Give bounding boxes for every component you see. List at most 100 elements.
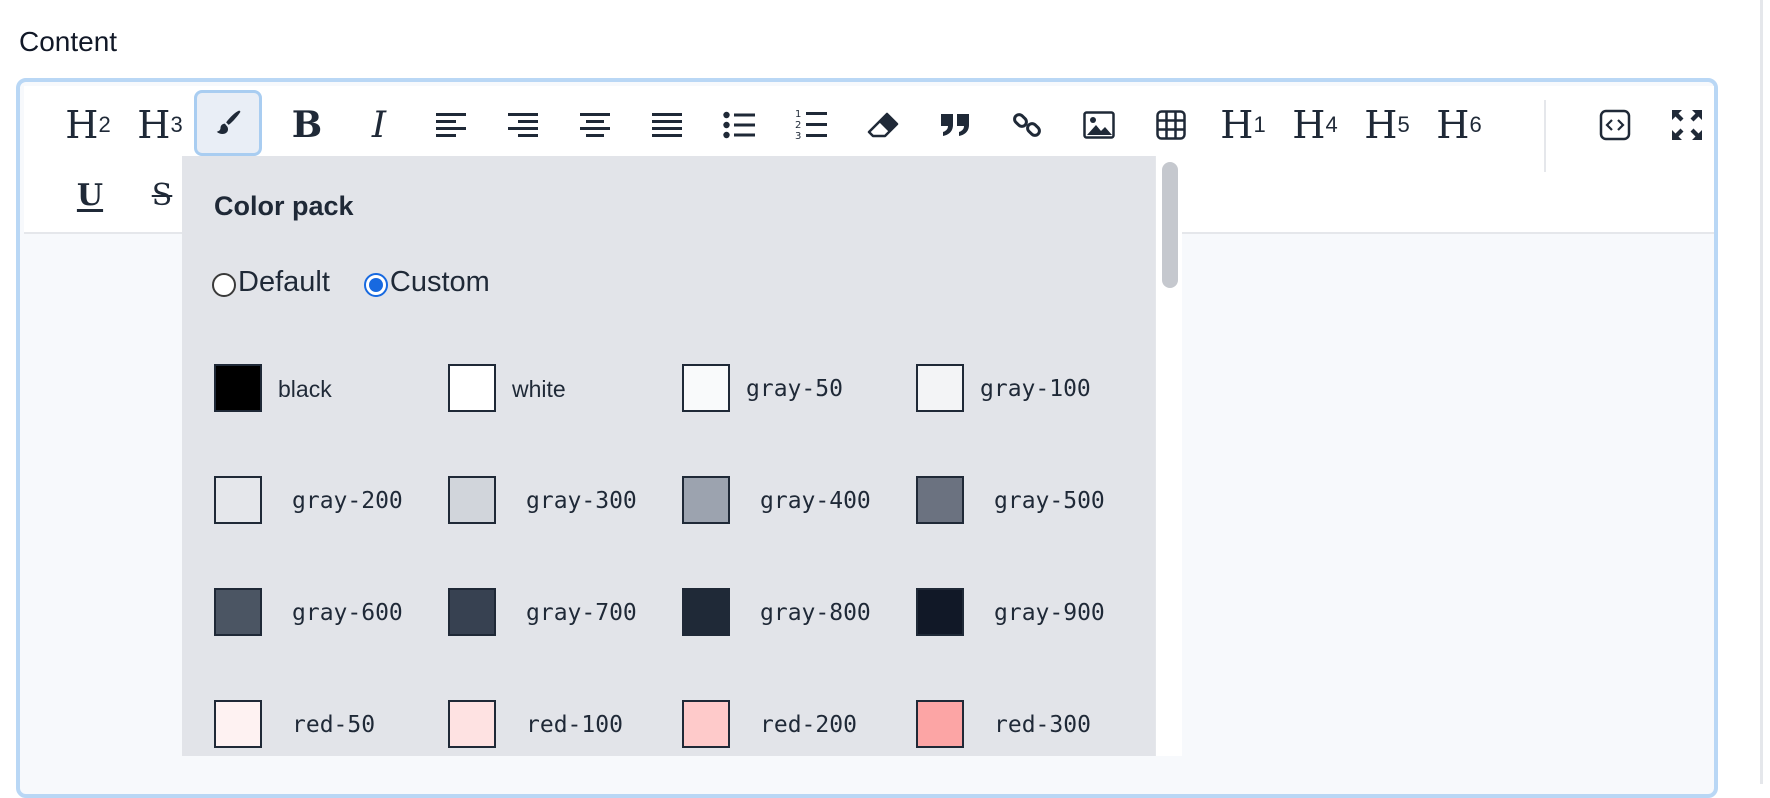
ordered-list-button[interactable]: 123 — [777, 92, 845, 158]
source-code-button[interactable] — [1581, 92, 1649, 158]
text-color-button[interactable] — [194, 90, 262, 156]
heading-letter: H — [1364, 103, 1398, 147]
heading-level: 3 — [170, 112, 183, 137]
radio-default[interactable] — [212, 272, 236, 297]
bold-icon: B — [291, 104, 323, 146]
radio-option-default[interactable]: Default — [212, 266, 330, 299]
table-button[interactable] — [1137, 92, 1205, 158]
swatch-label: gray-900 — [994, 600, 1105, 626]
heading-level: 6 — [1469, 112, 1482, 137]
color-swatch[interactable] — [682, 364, 730, 412]
svg-text:1: 1 — [795, 109, 801, 120]
swatch-item-black[interactable]: black — [214, 364, 448, 476]
heading-6-button[interactable]: H6 — [1425, 92, 1493, 158]
align-center-icon — [580, 112, 610, 138]
bullet-list-button[interactable] — [705, 92, 773, 158]
heading-1-button[interactable]: H1 — [1209, 92, 1277, 158]
swatch-label: gray-50 — [746, 376, 843, 402]
heading-5-button[interactable]: H5 — [1353, 92, 1421, 158]
heading-level: 5 — [1397, 112, 1410, 137]
blockquote-button[interactable] — [921, 92, 989, 158]
color-swatch[interactable] — [448, 588, 496, 636]
swatch-label: gray-800 — [760, 600, 871, 626]
page-scrollbar[interactable] — [1760, 0, 1763, 784]
align-justify-button[interactable] — [633, 92, 701, 158]
ordered-list-icon: 123 — [795, 108, 827, 142]
fullscreen-icon — [1671, 109, 1703, 141]
table-icon — [1156, 110, 1186, 140]
heading-3-button[interactable]: H3 — [126, 92, 194, 158]
clear-format-button[interactable] — [849, 92, 917, 158]
paint-brush-icon — [213, 108, 243, 138]
color-swatch[interactable] — [682, 476, 730, 524]
field-label: Content — [19, 26, 118, 57]
heading-letter: H — [65, 103, 99, 147]
link-button[interactable] — [993, 92, 1061, 158]
heading-level: 2 — [98, 112, 111, 137]
swatch-item-gray-900[interactable]: gray-900 — [916, 588, 1150, 700]
swatch-item-gray-500[interactable]: gray-500 — [916, 476, 1150, 588]
radio-option-custom[interactable]: Custom — [363, 266, 490, 299]
color-swatch[interactable] — [448, 700, 496, 748]
heading-4-button[interactable]: H4 — [1281, 92, 1349, 158]
eraser-icon — [867, 112, 899, 138]
popup-title: Color pack — [214, 191, 354, 221]
color-swatch[interactable] — [214, 588, 262, 636]
swatch-label: gray-600 — [292, 600, 403, 626]
color-swatch[interactable] — [214, 364, 262, 412]
heading-letter: H — [1220, 103, 1254, 147]
heading-letter: H — [1436, 103, 1470, 147]
toolbar-separator — [1544, 100, 1546, 172]
align-right-button[interactable] — [489, 92, 557, 158]
swatch-item-gray-200[interactable]: gray-200 — [214, 476, 448, 588]
swatch-item-gray-600[interactable]: gray-600 — [214, 588, 448, 700]
swatch-item-red-200[interactable]: red-200 — [682, 700, 916, 756]
swatch-label: gray-400 — [760, 488, 871, 514]
swatch-item-gray-700[interactable]: gray-700 — [448, 588, 682, 700]
swatch-item-gray-400[interactable]: gray-400 — [682, 476, 916, 588]
color-swatch[interactable] — [916, 588, 964, 636]
swatch-label: red-300 — [994, 712, 1091, 738]
align-justify-icon — [652, 112, 682, 138]
color-swatch[interactable] — [916, 476, 964, 524]
align-center-button[interactable] — [561, 92, 629, 158]
swatch-label: gray-500 — [994, 488, 1105, 514]
heading-level: 4 — [1325, 112, 1338, 137]
heading-2-button[interactable]: H2 — [54, 92, 122, 158]
color-swatch[interactable] — [916, 700, 964, 748]
underline-button[interactable]: U — [62, 162, 118, 228]
swatch-item-gray-50[interactable]: gray-50 — [682, 364, 916, 476]
color-swatch[interactable] — [448, 364, 496, 412]
color-swatch[interactable] — [916, 364, 964, 412]
color-swatch[interactable] — [448, 476, 496, 524]
heading-level: 1 — [1253, 112, 1266, 137]
swatch-item-red-50[interactable]: red-50 — [214, 700, 448, 756]
color-swatch[interactable] — [214, 700, 262, 748]
italic-button[interactable]: I — [345, 92, 413, 158]
swatch-label: red-200 — [760, 712, 857, 738]
swatch-item-white[interactable]: white — [448, 364, 682, 476]
swatch-item-red-100[interactable]: red-100 — [448, 700, 682, 756]
swatch-label: red-50 — [292, 712, 376, 738]
swatch-label: gray-200 — [292, 488, 403, 514]
swatch-item-gray-300[interactable]: gray-300 — [448, 476, 682, 588]
popup-scrollbar[interactable] — [1155, 156, 1182, 756]
radio-custom-label: Custom — [389, 266, 490, 298]
bold-button[interactable]: B — [273, 92, 341, 158]
color-swatch[interactable] — [682, 700, 730, 748]
align-left-icon — [436, 112, 466, 138]
link-icon — [1012, 110, 1042, 140]
fullscreen-button[interactable] — [1653, 92, 1721, 158]
popup-scrollbar-thumb[interactable] — [1162, 162, 1178, 288]
swatch-item-red-300[interactable]: red-300 — [916, 700, 1150, 756]
color-swatch[interactable] — [214, 476, 262, 524]
swatch-item-gray-100[interactable]: gray-100 — [916, 364, 1150, 476]
color-swatch[interactable] — [682, 588, 730, 636]
image-icon — [1083, 111, 1115, 139]
swatch-item-gray-800[interactable]: gray-800 — [682, 588, 916, 700]
radio-custom[interactable] — [363, 272, 388, 297]
image-button[interactable] — [1065, 92, 1133, 158]
align-left-button[interactable] — [417, 92, 485, 158]
bullet-list-icon — [723, 111, 755, 139]
swatch-label: gray-100 — [980, 376, 1091, 402]
